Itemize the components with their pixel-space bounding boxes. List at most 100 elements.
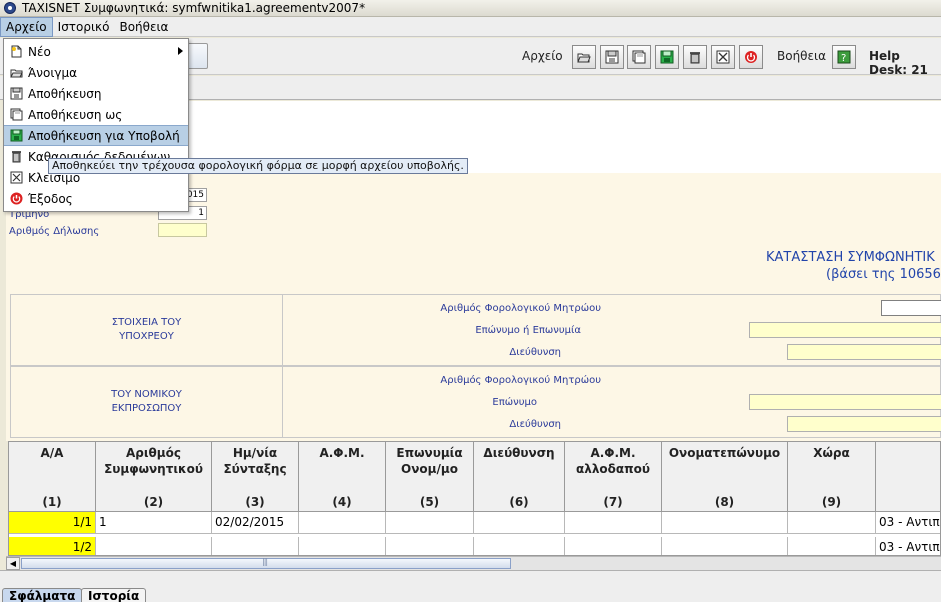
obligor-name-label: Επώνυμο ή Επωνυμία <box>475 325 581 336</box>
scroll-left-arrow[interactable]: ◀ <box>6 557 20 570</box>
save-icon <box>605 50 619 64</box>
table-cell[interactable] <box>386 537 474 555</box>
table-cell[interactable] <box>386 512 474 534</box>
col-header-name[interactable]: Επωνυμία Ονομ/μο (5) <box>386 442 474 512</box>
col-header-country[interactable]: Χώρα (9) <box>788 442 876 512</box>
obligor-name-field[interactable] <box>749 322 941 338</box>
table-row-aa[interactable]: 1/2 <box>9 537 96 555</box>
file-menu-dropdown: Νέο Άνοιγμα Αποθήκευση Αποθήκευση ως Απο… <box>3 38 189 212</box>
rep-tax-id-label: Αριθμός Φορολογικού Μητρώου <box>440 375 601 386</box>
save-submit-icon <box>10 129 23 142</box>
menu-help[interactable]: Βοήθεια <box>114 18 173 36</box>
table-cell[interactable] <box>474 512 565 534</box>
menu-item-save[interactable]: Αποθήκευση <box>4 83 188 104</box>
table-cell[interactable] <box>565 512 662 534</box>
col-header-address[interactable]: Διεύθυνση (6) <box>474 442 565 512</box>
open-folder-icon <box>10 69 23 78</box>
table-cell[interactable] <box>299 512 386 534</box>
rep-address-field[interactable] <box>787 416 941 432</box>
save-icon <box>10 87 23 100</box>
col-header-fullname[interactable]: Ονοματεπώνυμο (8) <box>662 442 788 512</box>
close-doc-icon <box>716 50 730 64</box>
table-cell[interactable] <box>788 537 876 555</box>
clear-data-button[interactable] <box>683 45 707 69</box>
form-selector-combo[interactable] <box>186 43 208 69</box>
rep-name-label: Επώνυμο <box>492 397 537 408</box>
help-book-icon: ? <box>837 50 851 64</box>
obligor-tax-id-label: Αριθμός Φορολογικού Μητρώου <box>440 303 601 314</box>
col-header-aa[interactable]: Α/Α (1) <box>9 442 96 512</box>
menu-item-save-for-submission[interactable]: Αποθήκευση για Υποβολή <box>4 125 188 146</box>
exit-icon <box>10 192 23 205</box>
table-cell[interactable]: 1 <box>96 512 212 534</box>
table-cell[interactable] <box>565 537 662 555</box>
table-cell[interactable] <box>788 512 876 534</box>
menu-file[interactable]: Αρχείο <box>0 16 53 37</box>
save-as-icon <box>10 108 23 121</box>
window-title: TAXISNET Συμφωνητικά: symfwnitika1.agree… <box>22 1 366 15</box>
tab-history[interactable]: Ιστορία <box>81 588 147 602</box>
representative-section-title: ΤΟΥ ΝΟΜΙΚΟΥ ΕΚΠΡΟΣΩΠΟΥ <box>11 367 283 437</box>
representative-section: ΤΟΥ ΝΟΜΙΚΟΥ ΕΚΠΡΟΣΩΠΟΥ Αριθμός Φορολογικ… <box>10 366 941 438</box>
obligor-tax-id-field[interactable] <box>881 300 941 316</box>
horizontal-scrollbar[interactable]: ◀ <box>6 556 941 570</box>
bottom-panel: Σφάλματα Ιστορία <box>0 570 941 602</box>
save-as-icon <box>632 50 646 64</box>
table-cell[interactable] <box>662 537 788 555</box>
menu-bar: Αρχείο Ιστορικό Βοήθεια <box>0 16 941 37</box>
form-title: ΚΑΤΑΣΤΑΣΗ ΣΥΜΦΩΝΗΤΙΚ <box>766 250 935 265</box>
menu-item-open[interactable]: Άνοιγμα <box>4 62 188 83</box>
title-bar: TAXISNET Συμφωνητικά: symfwnitika1.agree… <box>0 0 941 17</box>
col-header-more[interactable] <box>876 442 940 512</box>
tooltip: Αποθηκεύει την τρέχουσα φορολογική φόρμα… <box>48 158 468 174</box>
exit-button[interactable] <box>739 45 763 69</box>
submenu-arrow-icon <box>178 47 183 55</box>
table-cell[interactable] <box>212 537 299 555</box>
declaration-number-label: Αριθμός Δήλωσης <box>9 226 100 237</box>
form-subtitle: (βάσει της 106560 <box>826 267 941 282</box>
obligor-address-field[interactable] <box>787 344 941 360</box>
close-doc-icon <box>10 171 23 184</box>
table-cell[interactable]: 03 - Αντιπρ <box>876 537 940 555</box>
close-doc-button[interactable] <box>711 45 735 69</box>
col-header-date[interactable]: Ημ/νία Σύνταξης (3) <box>212 442 299 512</box>
col-header-foreign-afm[interactable]: Α.Φ.Μ. αλλοδαπού (7) <box>565 442 662 512</box>
table-header: Α/Α (1) Αριθμός Συμφωνητικού (2) Ημ/νία Σύ… <box>9 442 940 512</box>
table-cell[interactable] <box>474 537 565 555</box>
rep-name-field[interactable] <box>749 394 941 410</box>
toolbar-help-label: Βοήθεια <box>777 49 826 63</box>
scrollbar-thumb[interactable] <box>21 557 511 569</box>
menu-item-new[interactable]: Νέο <box>4 41 188 62</box>
menu-history[interactable]: Ιστορικό <box>53 18 115 36</box>
app-icon <box>4 2 16 14</box>
open-button[interactable] <box>572 45 596 69</box>
declaration-number-field[interactable] <box>158 223 207 237</box>
obligor-section: ΣΤΟΙΧΕΙΑ ΤΟΥ ΥΠΟΧΡΕΟΥ Αριθμός Φορολογικο… <box>10 294 941 366</box>
agreements-table: Α/Α (1) Αριθμός Συμφωνητικού (2) Ημ/νία Σύ… <box>8 441 941 556</box>
save-submit-icon <box>660 50 674 64</box>
open-folder-icon <box>577 53 591 63</box>
table-cell[interactable] <box>96 537 212 555</box>
new-file-icon <box>11 45 22 58</box>
menu-item-exit[interactable]: Έξοδος <box>4 188 188 209</box>
table-cell[interactable]: 02/02/2015 <box>212 512 299 534</box>
table-cell[interactable] <box>662 512 788 534</box>
col-header-afm[interactable]: Α.Φ.Μ. (4) <box>299 442 386 512</box>
save-as-button[interactable] <box>627 45 651 69</box>
trash-icon <box>12 151 21 163</box>
exit-icon <box>745 51 757 63</box>
tab-errors[interactable]: Σφάλματα <box>2 588 83 602</box>
col-header-agreement-number[interactable]: Αριθμός Συμφωνητικού (2) <box>96 442 212 512</box>
trash-icon <box>690 52 700 64</box>
table-row-aa[interactable]: 1/1 <box>9 512 96 534</box>
help-button[interactable]: ? <box>832 45 856 69</box>
save-submit-button[interactable] <box>655 45 679 69</box>
svg-text:?: ? <box>841 53 846 64</box>
table-cell[interactable]: 03 - Αντιπρ <box>876 512 940 534</box>
save-button[interactable] <box>600 45 624 69</box>
helpdesk-label: Help Desk: 21 <box>869 49 928 77</box>
table-cell[interactable] <box>299 537 386 555</box>
obligor-address-label: Διεύθυνση <box>509 347 561 358</box>
obligor-section-title: ΣΤΟΙΧΕΙΑ ΤΟΥ ΥΠΟΧΡΕΟΥ <box>11 295 283 365</box>
menu-item-save-as[interactable]: Αποθήκευση ως <box>4 104 188 125</box>
